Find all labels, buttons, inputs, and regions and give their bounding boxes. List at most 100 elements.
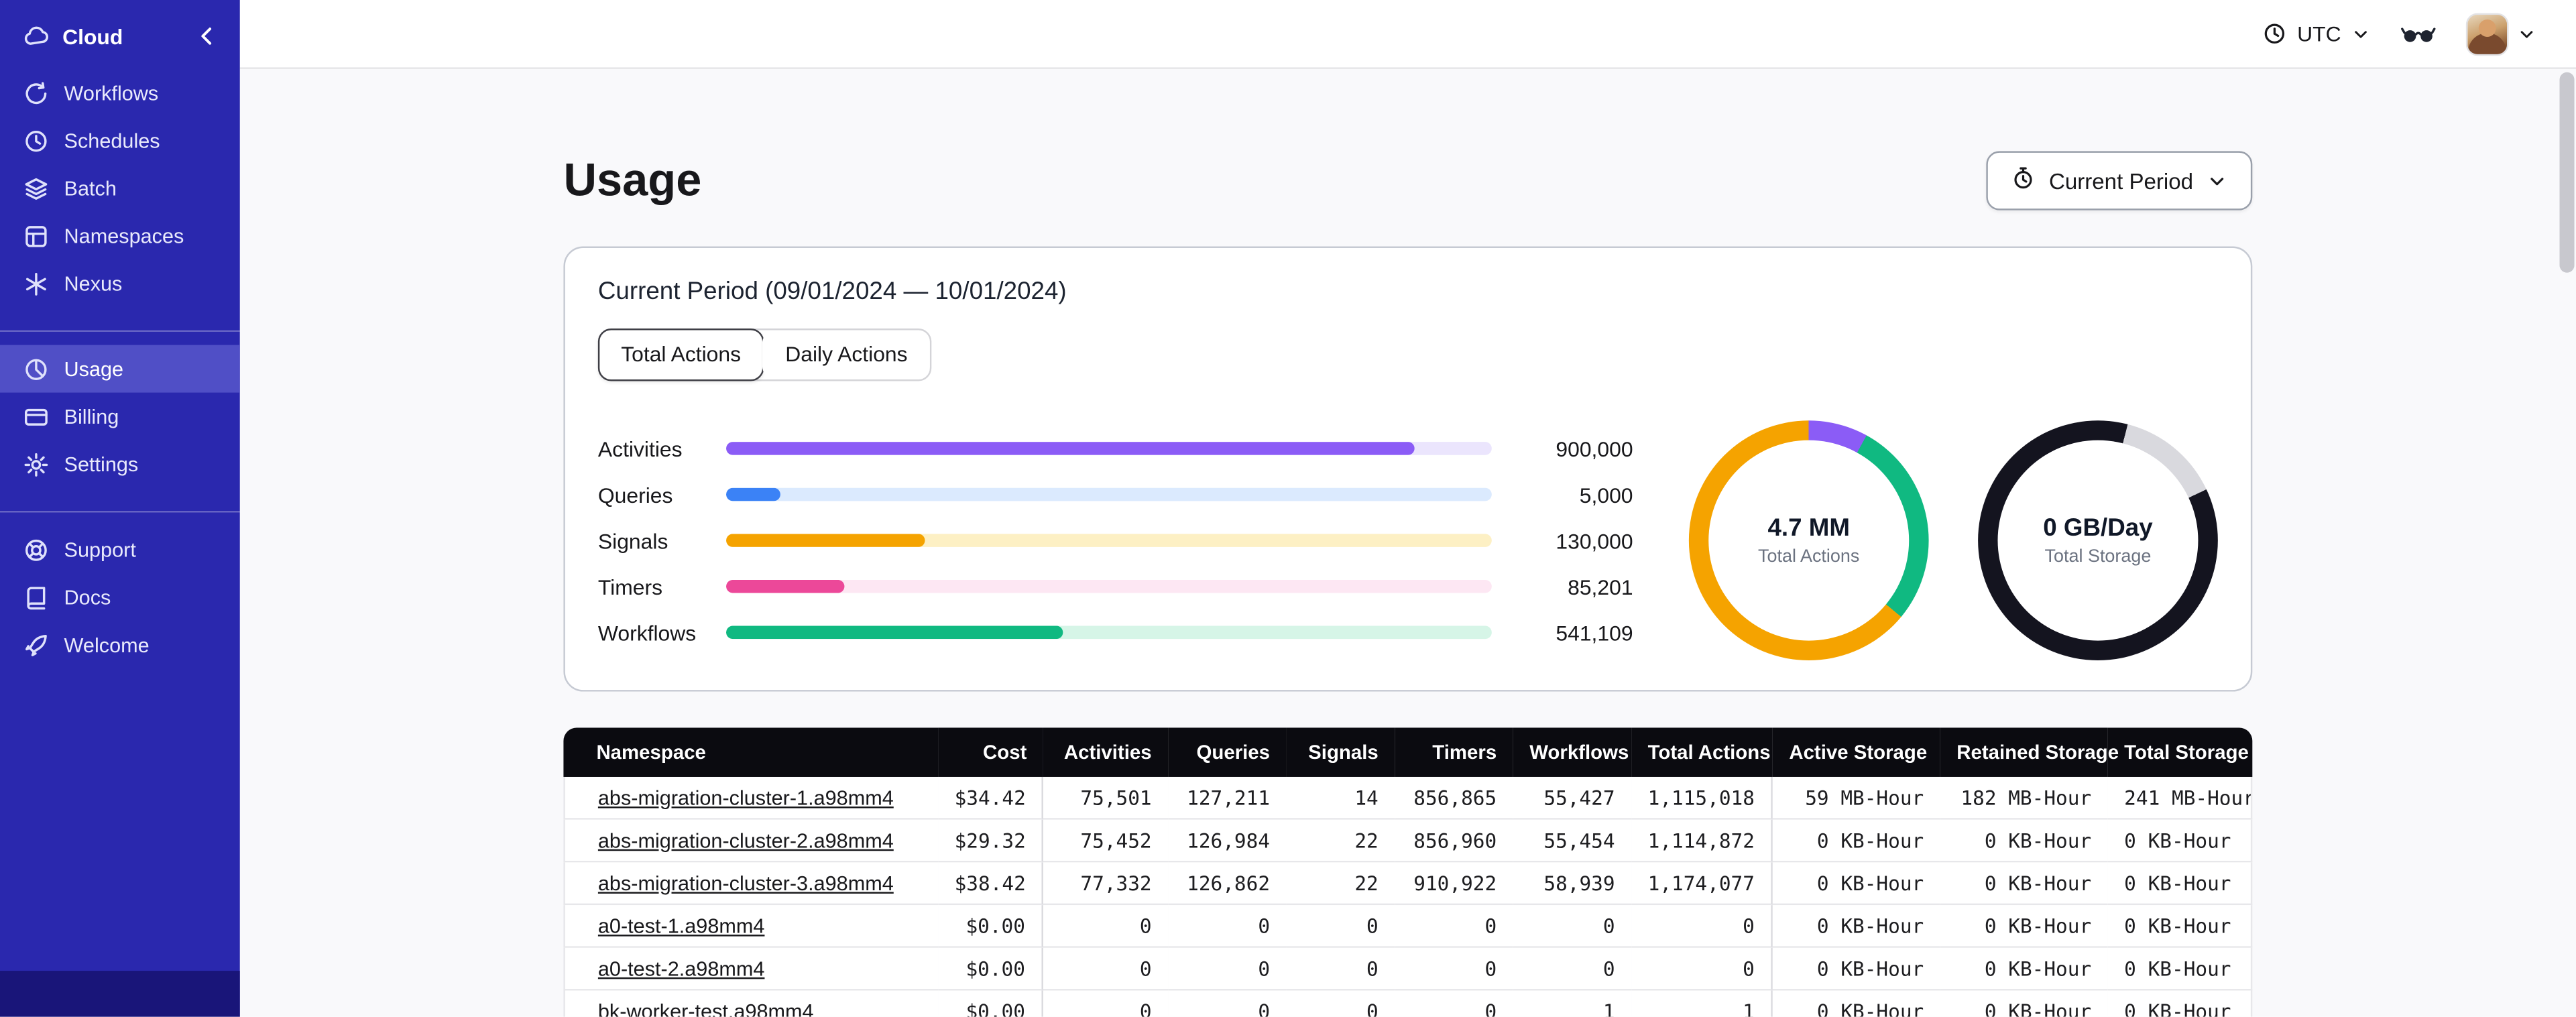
column-header-cost: Cost <box>938 727 1043 777</box>
sidebar-group: Support Docs Welcome <box>0 511 240 668</box>
value-cell: 0 <box>1631 947 1773 991</box>
page-head: Usage Current Period <box>563 151 2253 211</box>
namespace-link[interactable]: abs-migration-cluster-3.a98mm4 <box>598 872 894 894</box>
chevron-down-icon <box>2517 24 2536 44</box>
value-cell: 1,115,018 <box>1631 776 1773 820</box>
value-cell: 0 <box>1286 990 1395 1017</box>
bar-value: 900,000 <box>1556 436 1633 461</box>
actions-bar-chart: Activities 900,000 Queries 5,000 Signals 130,… <box>598 436 1639 645</box>
sidebar-item-welcome[interactable]: Welcome <box>0 621 240 668</box>
avatar <box>2465 12 2509 56</box>
user-menu[interactable] <box>2465 12 2536 56</box>
value-cell: 0 KB-Hour <box>1772 819 1940 863</box>
tab-total-actions[interactable]: Total Actions <box>597 328 764 381</box>
usage-card: Current Period (09/01/2024 — 10/01/2024)… <box>563 246 2253 692</box>
value-cell: 0 KB-Hour <box>1772 990 1940 1017</box>
value-cell: 0 KB-Hour <box>1940 990 2108 1017</box>
tab-daily-actions[interactable]: Daily Actions <box>762 330 931 380</box>
period-selector-button[interactable]: Current Period <box>1986 151 2253 211</box>
sidebar-group: Usage Billing Settings <box>0 330 240 488</box>
value-cell: $34.42 <box>938 776 1043 820</box>
sidebar-item-workflows[interactable]: Workflows <box>0 69 240 117</box>
value-cell: 0 KB-Hour <box>2107 905 2253 948</box>
scrollbar-thumb[interactable] <box>2559 72 2575 273</box>
value-cell: 0 <box>1286 905 1395 948</box>
namespace-cell: a0-test-2.a98mm4 <box>563 947 939 991</box>
sidebar-item-label: Settings <box>64 453 139 476</box>
namespace-cell: abs-migration-cluster-1.a98mm4 <box>563 776 939 820</box>
column-header-namespace: Namespace <box>563 727 939 777</box>
donut-total-actions: 4.7 MM Total Actions <box>1688 420 1929 661</box>
sidebar-item-nexus[interactable]: Nexus <box>0 259 240 307</box>
value-cell: 0 <box>1168 990 1287 1017</box>
namespace-link[interactable]: abs-migration-cluster-1.a98mm4 <box>598 786 894 809</box>
value-cell: 59 MB-Hour <box>1772 776 1940 820</box>
value-cell: 1,114,872 <box>1631 819 1773 863</box>
table-row: abs-migration-cluster-2.a98mm4 $29.32 75,4… <box>563 819 2253 863</box>
namespace-link[interactable]: a0-test-2.a98mm4 <box>598 957 765 979</box>
batch-icon <box>23 175 49 201</box>
schedules-icon <box>23 127 49 154</box>
main-area: UTC Usage Current Period Current Period … <box>239 0 2576 1017</box>
bar-track <box>726 579 1492 593</box>
value-cell: 0 KB-Hour <box>1940 905 2108 948</box>
value-cell: 0 <box>1631 905 1773 948</box>
value-cell: 58,939 <box>1513 862 1632 906</box>
value-cell: 0 <box>1043 947 1169 991</box>
collapse-sidebar-button[interactable] <box>194 23 220 49</box>
sidebar-item-batch[interactable]: Batch <box>0 164 240 212</box>
value-cell: 1,174,077 <box>1631 862 1773 906</box>
bar-value: 5,000 <box>1579 482 1633 507</box>
bar-fill <box>726 625 1063 640</box>
sidebar-item-label: Docs <box>64 585 111 609</box>
sidebar-item-support[interactable]: Support <box>0 526 240 573</box>
value-cell: 0 <box>1395 990 1513 1017</box>
sidebar-item-label: Batch <box>64 176 117 200</box>
sidebar-item-namespaces[interactable]: Namespaces <box>0 212 240 259</box>
bar-track <box>726 534 1492 547</box>
window-scrollbar[interactable] <box>2559 72 2575 1009</box>
cloud-logo-icon <box>23 23 49 49</box>
value-cell: 22 <box>1286 862 1395 906</box>
namespace-link[interactable]: bk-worker-test.a98mm4 <box>598 1000 814 1017</box>
value-cell: $29.32 <box>938 819 1043 863</box>
glasses-icon[interactable] <box>2400 22 2437 45</box>
sidebar-item-schedules[interactable]: Schedules <box>0 117 240 164</box>
bar-row-timers: Timers 85,201 <box>598 574 1633 599</box>
namespace-cell: abs-migration-cluster-3.a98mm4 <box>563 862 939 906</box>
table-body: abs-migration-cluster-1.a98mm4 $34.42 75,5… <box>563 776 2253 1017</box>
table-row: abs-migration-cluster-1.a98mm4 $34.42 75,5… <box>563 776 2253 820</box>
value-cell: 0 <box>1043 990 1169 1017</box>
column-header-timers: Timers <box>1395 727 1513 777</box>
bar-label: Workflows <box>597 619 697 645</box>
bar-row-queries: Queries 5,000 <box>598 482 1633 507</box>
total-storage-value: 0 GB/Day <box>2043 514 2153 542</box>
bar-value: 85,201 <box>1568 574 1633 599</box>
sidebar-item-usage[interactable]: Usage <box>0 345 240 393</box>
namespace-link[interactable]: a0-test-1.a98mm4 <box>598 914 765 937</box>
namespaces-icon <box>23 223 49 249</box>
value-cell: 0 KB-Hour <box>1772 947 1940 991</box>
sidebar-item-docs[interactable]: Docs <box>0 573 240 621</box>
welcome-icon <box>23 632 49 658</box>
column-header-signals: Signals <box>1286 727 1395 777</box>
column-header-retained-storage: Retained Storage <box>1940 727 2119 777</box>
namespace-link[interactable]: abs-migration-cluster-2.a98mm4 <box>598 829 894 851</box>
timezone-selector[interactable]: UTC <box>2263 21 2371 46</box>
value-cell: 22 <box>1286 819 1395 863</box>
value-cell: 126,984 <box>1168 819 1287 863</box>
chart-area: Activities 900,000 Queries 5,000 Signals 130,… <box>598 420 2218 661</box>
sidebar-item-billing[interactable]: Billing <box>0 393 240 440</box>
value-cell: 1 <box>1513 990 1632 1017</box>
bar-value: 130,000 <box>1556 528 1633 553</box>
total-actions-label: Total Actions <box>1758 546 1860 567</box>
namespace-usage-table: Namespace Cost Activities Queries Signals Tim… <box>563 727 2253 1017</box>
bar-fill <box>726 442 1415 455</box>
column-header-activities: Activities <box>1043 727 1169 777</box>
bar-fill <box>726 487 780 501</box>
bar-value: 541,109 <box>1556 619 1633 645</box>
value-cell: 126,862 <box>1168 862 1287 906</box>
value-cell: 0 <box>1513 905 1632 948</box>
sidebar-item-settings[interactable]: Settings <box>0 440 240 488</box>
bar-track <box>726 625 1492 640</box>
